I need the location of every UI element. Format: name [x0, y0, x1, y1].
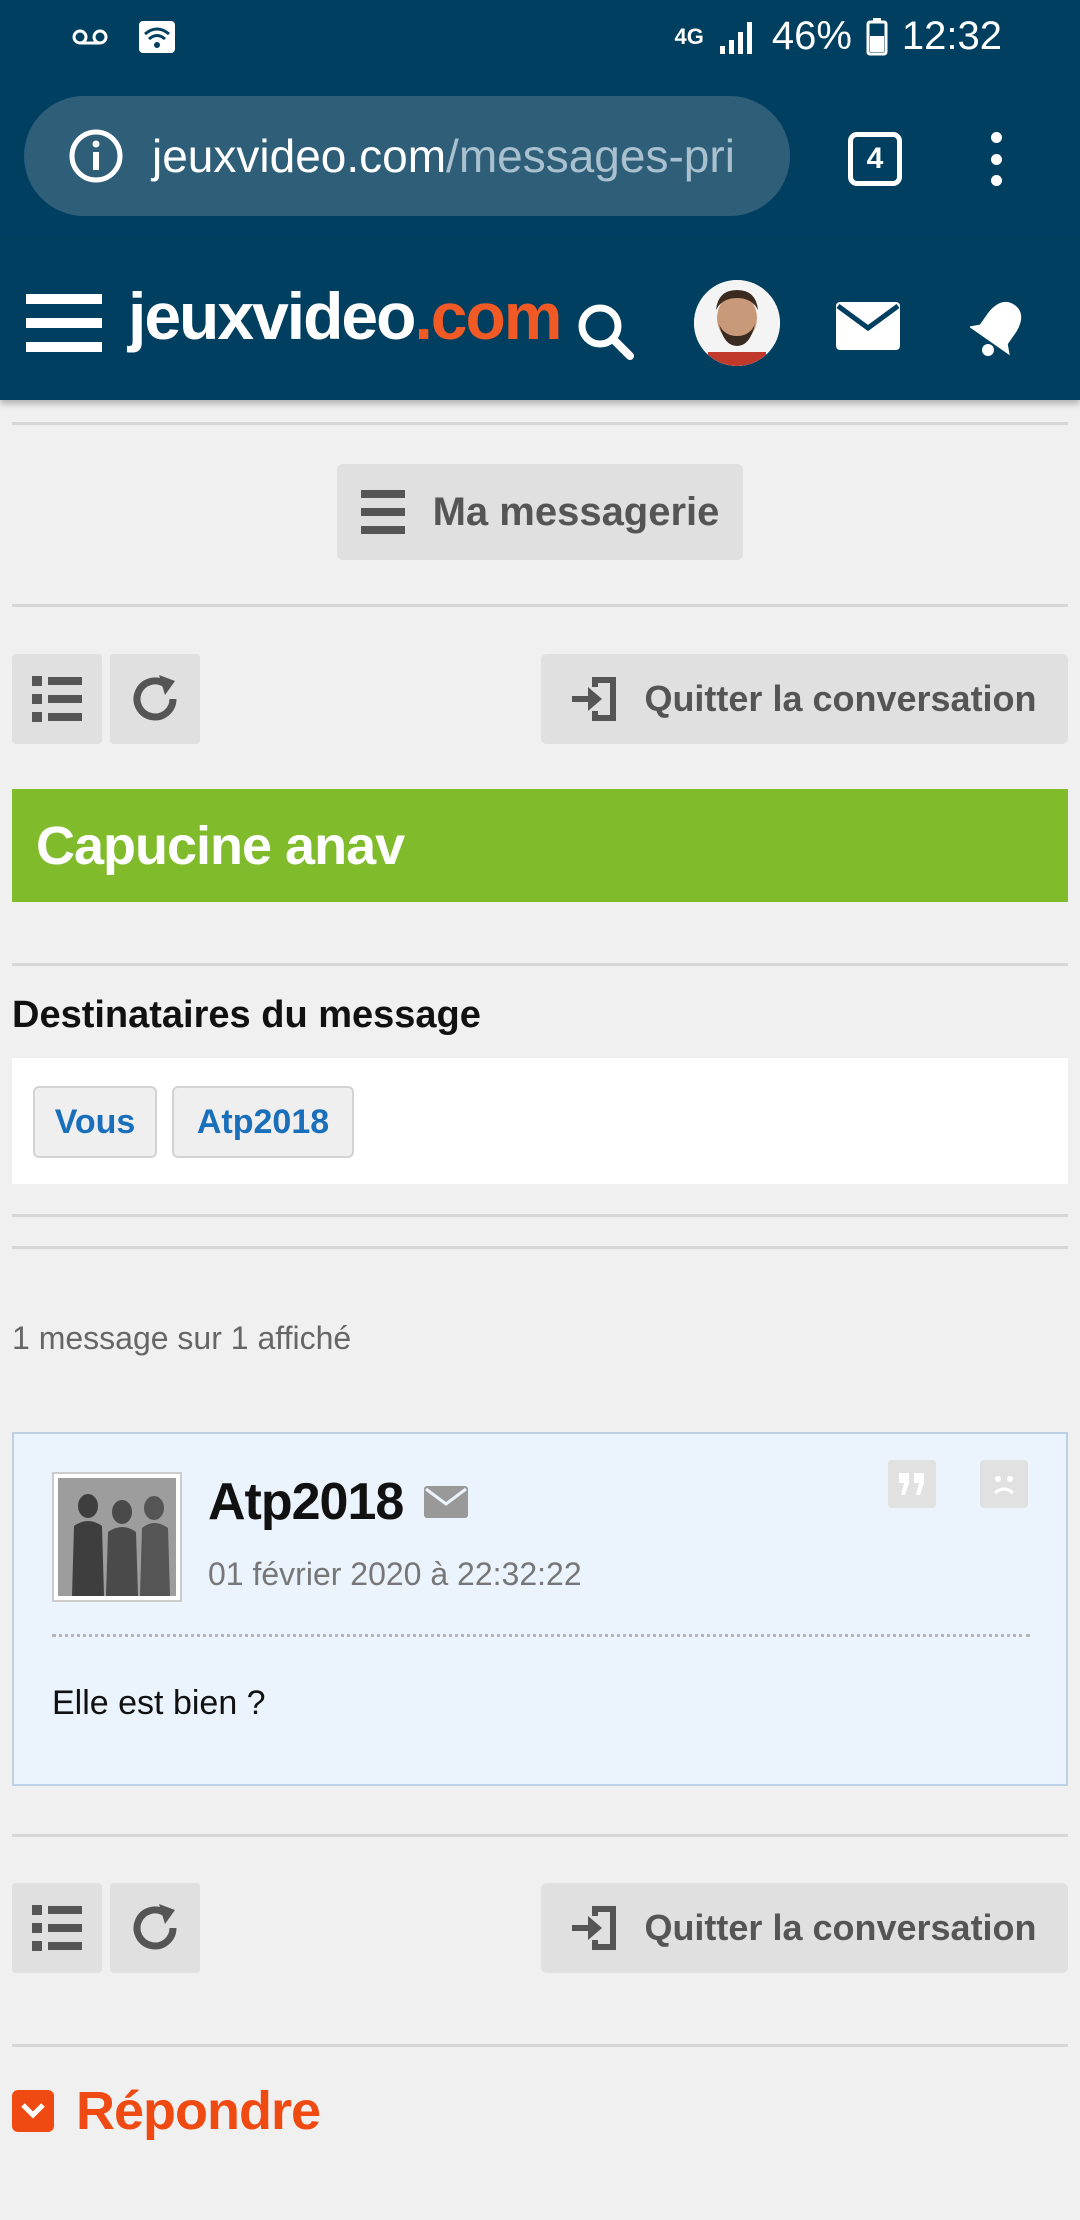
- sad-face-icon: [994, 1476, 1014, 1495]
- message-list-button[interactable]: [12, 1883, 102, 1973]
- tab-switcher-button[interactable]: 4: [848, 132, 902, 186]
- message-separator: [52, 1634, 1030, 1637]
- exit-icon: [572, 1906, 617, 1950]
- message-author[interactable]: Atp2018: [208, 1472, 404, 1532]
- browser-toolbar: jeuxvideo.com/messages-pri 4: [0, 72, 1080, 240]
- list-icon: [32, 676, 82, 722]
- site-header: jeuxvideo.com: [0, 240, 1080, 400]
- quit-conversation-button[interactable]: Quitter la conversation: [541, 654, 1068, 744]
- hamburger-menu-icon[interactable]: [26, 294, 102, 352]
- refresh-icon: [133, 1904, 177, 1950]
- clock: 12:32: [901, 14, 1002, 58]
- message-count: 1 message sur 1 affiché: [12, 1320, 352, 1356]
- divider: [12, 1834, 1068, 1837]
- refresh-icon: [133, 675, 177, 721]
- browser-menu-icon[interactable]: [986, 132, 1006, 186]
- message-body: Elle est bien ?: [52, 1684, 266, 1722]
- wifi-icon: [139, 21, 175, 53]
- voicemail-icon: [72, 29, 108, 45]
- chevron-down-icon: [12, 2090, 54, 2132]
- list-icon: [32, 1905, 82, 1951]
- quit-conversation-label: Quitter la conversation: [644, 678, 1037, 719]
- info-icon[interactable]: [68, 128, 124, 184]
- logo-main: jeuxvideo: [128, 279, 416, 353]
- menu-lines-icon: [360, 490, 405, 534]
- network-type: 4G: [674, 23, 704, 49]
- recipients-list: Vous Atp2018: [12, 1058, 1068, 1184]
- logo-tld: .com: [414, 279, 562, 353]
- my-messaging-button[interactable]: Ma messagerie: [337, 464, 743, 560]
- battery-icon: [866, 17, 888, 55]
- refresh-button[interactable]: [110, 1883, 200, 1973]
- divider: [12, 2044, 1068, 2047]
- message-card: Atp2018 01 février 2020 à 22:32:22 Elle …: [12, 1432, 1068, 1786]
- divider: [12, 1246, 1068, 1249]
- quit-conversation-button[interactable]: Quitter la conversation: [541, 1883, 1068, 1973]
- recipient-tag-you[interactable]: Vous: [33, 1086, 157, 1158]
- divider: [12, 604, 1068, 607]
- report-button[interactable]: [980, 1460, 1028, 1508]
- exit-icon: [572, 677, 617, 721]
- divider: [12, 422, 1068, 425]
- my-messaging-label: Ma messagerie: [432, 489, 720, 534]
- url-domain: jeuxvideo.com: [152, 130, 447, 182]
- signal-icon: [719, 21, 752, 54]
- quote-button[interactable]: [888, 1460, 936, 1508]
- send-mp-icon[interactable]: [424, 1486, 468, 1518]
- reply-label: Répondre: [76, 2081, 321, 2141]
- silhouettes-image: [58, 1478, 176, 1596]
- refresh-button[interactable]: [110, 654, 200, 744]
- status-bar: 4G 46% 12:32: [0, 0, 1080, 72]
- author-avatar[interactable]: [52, 1472, 182, 1602]
- url-text[interactable]: jeuxvideo.com/messages-pri: [152, 129, 735, 183]
- divider: [12, 1214, 1068, 1217]
- divider: [12, 963, 1068, 966]
- reply-toggle[interactable]: Répondre: [12, 2080, 321, 2142]
- battery-percent: 46%: [771, 14, 852, 58]
- message-date: 01 février 2020 à 22:32:22: [208, 1556, 582, 1592]
- recipient-tag-atp2018[interactable]: Atp2018: [172, 1086, 354, 1158]
- search-icon[interactable]: [574, 300, 636, 362]
- url-path: /messages-pri: [446, 130, 735, 182]
- recipients-heading: Destinataires du message: [12, 994, 481, 1036]
- conversation-title: Capucine anav: [12, 789, 1068, 902]
- user-avatar[interactable]: [694, 280, 780, 366]
- address-bar[interactable]: jeuxvideo.com/messages-pri: [24, 96, 790, 216]
- quote-icon: [899, 1473, 924, 1495]
- notification-bell-icon[interactable]: [970, 296, 1028, 358]
- quit-conversation-label: Quitter la conversation: [644, 1907, 1037, 1948]
- site-logo[interactable]: jeuxvideo.com: [128, 278, 563, 354]
- avatar-portrait-icon: [694, 280, 780, 366]
- message-list-button[interactable]: [12, 654, 102, 744]
- mail-icon[interactable]: [836, 302, 900, 350]
